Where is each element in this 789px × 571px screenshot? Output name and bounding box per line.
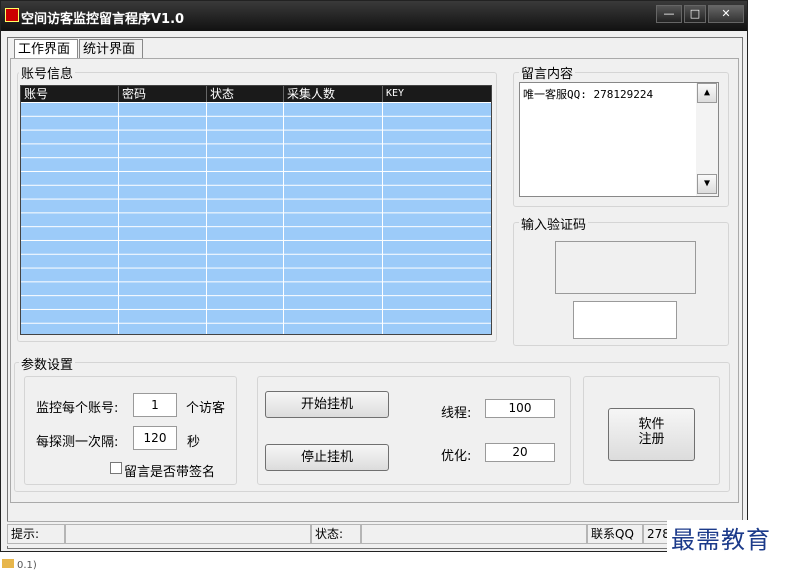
start-button[interactable]: 开始挂机	[265, 391, 389, 418]
window-title: 空间访客监控留言程序V1.0	[21, 12, 185, 27]
signature-label: 留言是否带签名	[124, 465, 216, 480]
monitor-unit: 个访客	[186, 401, 226, 416]
hint-value	[65, 524, 311, 544]
stop-button[interactable]: 停止挂机	[265, 444, 389, 471]
captcha-image	[555, 241, 696, 294]
monitor-count-input[interactable]: 1	[133, 393, 177, 417]
column-header-status[interactable]: 状态	[207, 86, 284, 102]
scroll-down-button[interactable]: ▼	[697, 174, 717, 194]
title-bar: 空间访客监控留言程序V1.0 — □ ✕	[1, 1, 747, 31]
message-scrollbar[interactable]: ▲ ▼	[696, 83, 718, 196]
grid-line	[283, 102, 284, 334]
column-header-collected[interactable]: 采集人数	[284, 86, 383, 102]
status-bar: 提示: 状态: 联系QQ 278	[7, 521, 741, 546]
grid-line	[382, 102, 383, 334]
folder-icon	[2, 559, 14, 568]
register-button[interactable]: 软件 注册	[608, 408, 695, 461]
account-table-header: 账号 密码 状态 采集人数 KEY	[21, 86, 491, 102]
maximize-button[interactable]: □	[684, 5, 706, 23]
grid-line	[118, 102, 119, 334]
optimize-label: 优化:	[441, 449, 472, 464]
app-icon	[5, 8, 19, 22]
captcha-group-title: 输入验证码	[519, 214, 589, 233]
state-value	[361, 524, 587, 544]
message-textarea[interactable]: 唯一客服QQ: 278129224 ▲ ▼	[519, 82, 719, 197]
settings-group-title: 参数设置	[19, 354, 76, 373]
interval-unit: 秒	[187, 435, 201, 450]
watermark: 最需教育	[667, 520, 775, 555]
optimize-input[interactable]: 20	[485, 443, 555, 462]
tab-statistics[interactable]: 统计界面	[79, 39, 143, 59]
tab-work[interactable]: 工作界面	[14, 39, 78, 59]
register-button-line1: 软件	[638, 417, 665, 432]
column-header-key[interactable]: KEY	[383, 86, 491, 102]
monitor-label: 监控每个账号:	[36, 401, 119, 416]
column-header-account[interactable]: 账号	[21, 86, 119, 102]
grid-line	[206, 102, 207, 334]
state-label: 状态:	[311, 524, 361, 544]
register-button-line2: 注册	[638, 432, 665, 447]
account-table[interactable]: 账号 密码 状态 采集人数 KEY	[20, 85, 492, 335]
taskbar-fragment: 0.1)	[2, 559, 37, 571]
account-group-title: 账号信息	[19, 63, 76, 82]
minimize-button[interactable]: —	[656, 5, 682, 23]
captcha-input[interactable]	[573, 301, 677, 339]
message-text: 唯一客服QQ: 278129224	[523, 88, 654, 101]
contact-label: 联系QQ	[587, 524, 643, 544]
hint-label: 提示:	[7, 524, 65, 544]
threads-label: 线程:	[441, 406, 472, 421]
signature-checkbox[interactable]	[110, 462, 122, 474]
column-header-password[interactable]: 密码	[119, 86, 207, 102]
message-group-title: 留言内容	[519, 63, 576, 82]
close-button[interactable]: ✕	[708, 5, 744, 23]
scroll-up-button[interactable]: ▲	[697, 83, 717, 103]
threads-input[interactable]: 100	[485, 399, 555, 418]
taskbar-fragment-text: 0.1)	[17, 560, 37, 571]
interval-input[interactable]: 120	[133, 426, 177, 450]
interval-label: 每探测一次隔:	[36, 435, 119, 450]
